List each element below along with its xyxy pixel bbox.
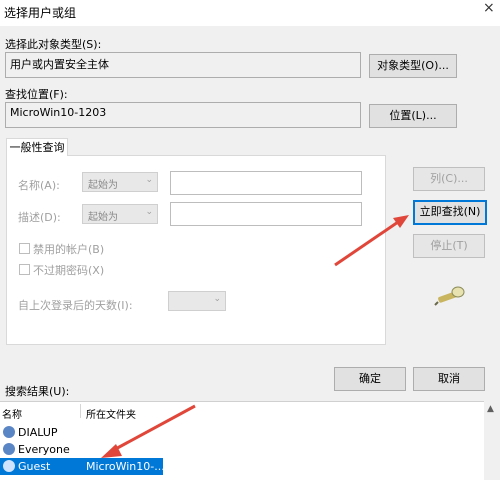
annotation-arrows <box>101 215 409 458</box>
arrowhead-find-now <box>393 215 409 228</box>
arrow-to-guest <box>109 404 196 454</box>
arrow-to-find-now <box>334 218 402 267</box>
